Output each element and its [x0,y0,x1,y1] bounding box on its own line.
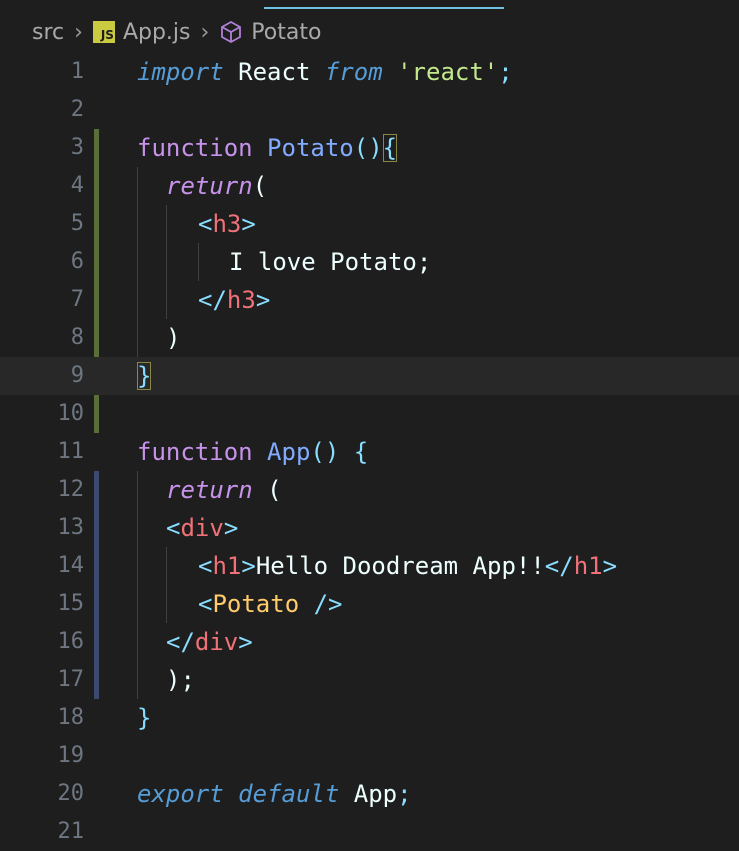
line-number: 20 [57,781,85,806]
line-number: 4 [70,173,84,198]
indent-guide [137,319,138,357]
code-line[interactable]: 18 } [0,699,739,737]
line-number: 2 [70,97,84,122]
active-tab-indicator [264,7,504,9]
indent-guide [137,243,138,281]
javascript-file-icon: JS [92,21,115,43]
code-line[interactable]: 20 export default App; [0,775,739,813]
code-text: return ( [166,476,282,504]
code-line[interactable]: 3 function Potato(){ [0,129,739,167]
line-number: 12 [57,477,85,502]
code-text: <div> [166,514,239,542]
indent-guide [137,205,138,243]
code-line[interactable]: 17 ); [0,661,739,699]
chevron-right-icon: › [200,19,210,45]
code-text: I love Potato; [229,248,432,276]
indent-guide [166,585,167,623]
code-text: function App() { [137,438,369,466]
code-line[interactable]: 11 function App() { [0,433,739,471]
code-line[interactable]: 16 </div> [0,623,739,661]
code-line[interactable]: 6 I love Potato; [0,243,739,281]
code-text: </h3> [198,286,271,314]
code-line[interactable]: 19 [0,737,739,775]
line-number: 19 [57,743,85,768]
indent-guide [137,509,138,547]
indent-guide [198,243,199,281]
indent-guide [166,547,167,585]
line-number: 1 [70,59,84,84]
code-text: import React from 'react'; [137,58,513,86]
indent-guide [166,281,167,319]
code-line[interactable]: 4 return( [0,167,739,205]
breadcrumb-symbol[interactable]: Potato [251,20,321,45]
indent-guide [137,547,138,585]
line-number: 17 [57,667,85,692]
breadcrumb-file[interactable]: App.js [123,20,191,45]
code-text: } [137,704,152,732]
code-text: </div> [166,628,253,656]
code-line[interactable]: 5 <h3> [0,205,739,243]
line-number: 11 [57,439,85,464]
indent-guide [137,167,138,205]
code-text: <h3> [198,210,256,238]
code-text: ) [166,324,181,352]
line-number: 21 [57,819,85,844]
code-text: } [137,357,152,395]
indent-guide [137,281,138,319]
code-text: <Potato /> [198,590,343,618]
code-editor[interactable]: 1 import React from 'react'; 2 3 functio… [0,53,739,851]
matched-brace: } [137,362,152,390]
code-line-current[interactable]: 9 } [0,357,739,395]
line-number: 9 [70,363,84,388]
cube-icon [221,20,242,44]
line-number: 6 [70,249,84,274]
code-line[interactable]: 8 ) [0,319,739,357]
code-line[interactable]: 10 [0,395,739,433]
line-number: 14 [57,553,85,578]
line-number: 8 [70,325,84,350]
code-line[interactable]: 21 [0,813,739,851]
code-text: function Potato(){ [137,134,398,162]
code-line[interactable]: 14 <h1>Hello Doodream App!!</h1> [0,547,739,585]
breadcrumb-folder[interactable]: src [32,20,64,45]
indent-guide [137,661,138,699]
code-text: return( [166,172,268,200]
indent-guide [166,205,167,243]
line-number: 7 [70,287,84,312]
indent-guide [166,243,167,281]
line-number: 16 [57,629,85,654]
code-text: <h1>Hello Doodream App!!</h1> [198,552,618,580]
code-line[interactable]: 7 </h3> [0,281,739,319]
matched-brace: { [382,134,398,162]
code-line[interactable]: 2 [0,91,739,129]
indent-guide [137,471,138,509]
line-number: 10 [57,401,85,426]
code-line[interactable]: 12 return ( [0,471,739,509]
line-number: 13 [57,515,85,540]
code-text: export default App; [137,780,412,808]
indent-guide [137,585,138,623]
code-line[interactable]: 1 import React from 'react'; [0,53,739,91]
line-number: 15 [57,591,85,616]
line-number: 3 [70,135,84,160]
indent-guide [137,623,138,661]
code-text: ); [166,666,195,694]
line-number: 5 [70,211,84,236]
breadcrumb: src › JS App.js › Potato [32,14,321,50]
code-line[interactable]: 15 <Potato /> [0,585,739,623]
code-line[interactable]: 13 <div> [0,509,739,547]
line-number: 18 [57,705,85,730]
chevron-right-icon: › [74,19,83,45]
